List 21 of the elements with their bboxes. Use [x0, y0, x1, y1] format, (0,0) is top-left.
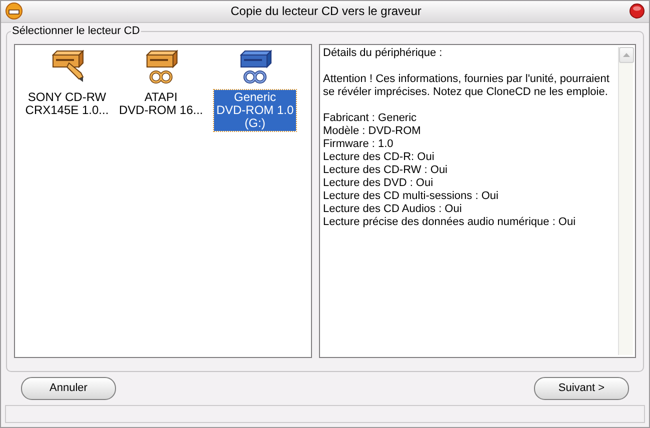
- property-line: Lecture des CD-RW : Oui: [323, 164, 449, 177]
- details-heading: Détails du périphérique :: [323, 46, 444, 60]
- property-line: Lecture précise des données audio numérique : Oui: [323, 216, 577, 229]
- property-line: Lecture des CD-R: Oui: [323, 150, 436, 164]
- window-title: Copie du lecteur CD vers le graveur: [230, 3, 422, 20]
- scroll-up-icon[interactable]: [623, 52, 630, 57]
- close-icon[interactable]: [629, 3, 645, 20]
- drive-item[interactable]: ATAPI DVD-ROM 16...: [116, 90, 205, 118]
- property-line: Lecture des DVD : Oui: [323, 176, 434, 190]
- property-line: Lecture des CD multi-sessions : Oui: [323, 190, 500, 203]
- app-icon: [5, 2, 23, 20]
- property-line: Firmware : 1.0: [323, 138, 394, 151]
- property-line: Modèle : DVD-ROM: [323, 124, 422, 138]
- property-line: Lecture des CD Audios : Oui: [323, 202, 463, 216]
- drive-item[interactable]: SONY CD-RW CRX145E 1.0...: [23, 90, 111, 118]
- warning-text: Attention ! Ces informations, fournies par l'unité, pourraient se révéler imprécises. Notez que CloneCD ne les emploie.: [323, 72, 610, 99]
- scrollbar[interactable]: [618, 46, 633, 356]
- dialog-button[interactable]: Annuler: [21, 377, 116, 400]
- drive-item[interactable]: Generic DVD-ROM 1.0 (G:): [214, 90, 296, 131]
- property-line: Fabricant : Generic: [323, 112, 418, 125]
- dialog-button[interactable]: Suivant >: [534, 377, 629, 400]
